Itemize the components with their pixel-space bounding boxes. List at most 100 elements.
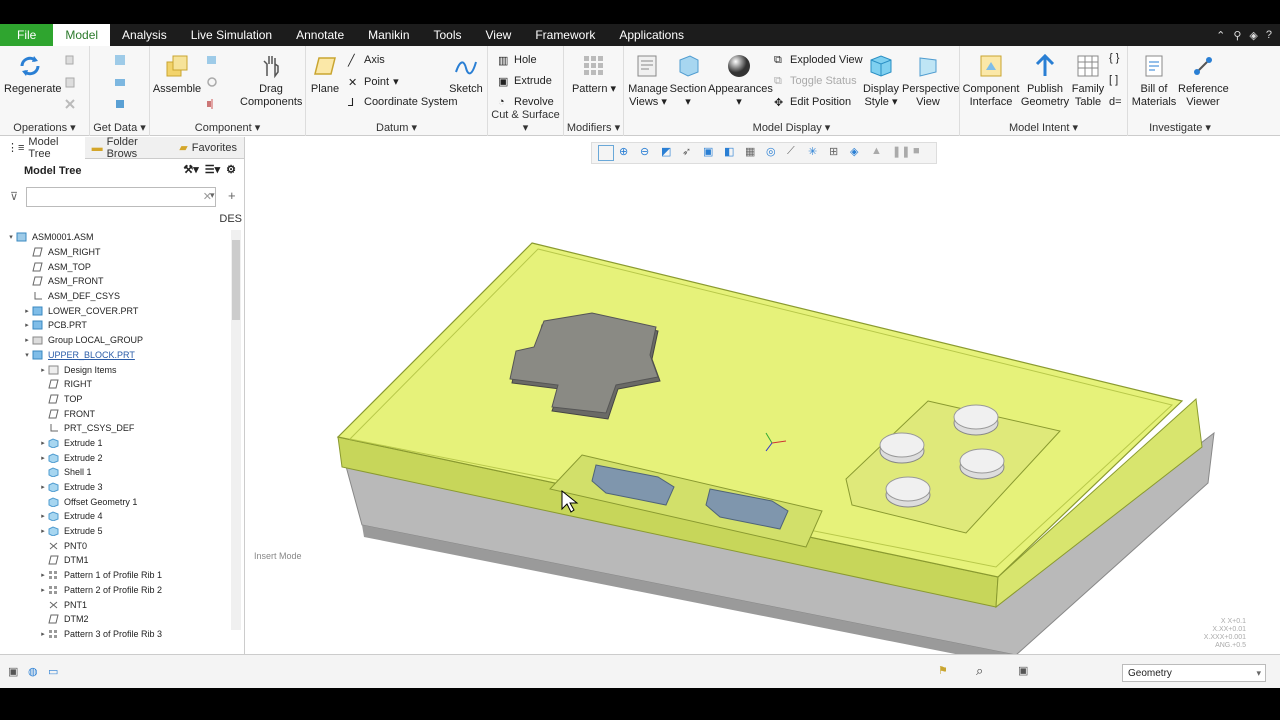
tab-framework[interactable]: Framework <box>523 24 607 46</box>
toggle-status-button[interactable]: ⧉ Toggle Status <box>774 75 857 87</box>
tree-item[interactable]: ASM_TOP <box>0 259 230 274</box>
point-button[interactable]: ✕ Point ▾ <box>348 75 399 89</box>
tree-item[interactable]: Offset Geometry 1 <box>0 494 230 509</box>
tree-search-input[interactable]: ✕ <box>26 187 216 207</box>
expand-toggle-icon[interactable]: ▸ <box>38 366 48 374</box>
tree-item[interactable]: ASM_DEF_CSYS <box>0 289 230 304</box>
copy-icon[interactable] <box>64 54 76 66</box>
tree-scroll-thumb[interactable] <box>232 240 240 320</box>
modifiers-group-label[interactable]: Modifiers ▾ <box>564 121 623 134</box>
bill-of-materials-button[interactable]: Bill of Materials <box>1130 52 1178 109</box>
tab-tools[interactable]: Tools <box>422 24 474 46</box>
tree-item[interactable]: ▸ Extrude 1 <box>0 436 230 451</box>
expand-toggle-icon[interactable]: ▸ <box>22 307 32 315</box>
model-viewport[interactable] <box>246 137 1280 654</box>
model-intent-group-label[interactable]: Model Intent ▾ <box>960 121 1127 134</box>
tab-live-simulation[interactable]: Live Simulation <box>179 24 284 46</box>
search-icon[interactable]: ⚲ <box>1233 29 1241 42</box>
collapse-ribbon-icon[interactable]: ⌃ <box>1216 29 1225 42</box>
switch-dimensions-icon[interactable]: d= <box>1109 96 1122 108</box>
tree-filters-icon[interactable]: ⚙ <box>226 163 236 176</box>
tree-item[interactable]: RIGHT <box>0 377 230 392</box>
tree-item[interactable]: PRT_CSYS_DEF <box>0 421 230 436</box>
assemble-button[interactable]: Assemble <box>152 52 202 96</box>
tree-item[interactable]: Shell 1 <box>0 465 230 480</box>
tab-view[interactable]: View <box>474 24 524 46</box>
expand-toggle-icon[interactable]: ▾ <box>22 351 32 359</box>
tree-item[interactable]: ▸ Pattern 2 of Profile Rib 2 <box>0 583 230 598</box>
paste-icon[interactable] <box>64 76 76 88</box>
expand-toggle-icon[interactable]: ▸ <box>22 336 32 344</box>
operations-group-label[interactable]: Operations ▾ <box>0 121 89 134</box>
tree-item[interactable]: ▸ Pattern 1 of Profile Rib 1 <box>0 568 230 583</box>
regenerate-button[interactable]: Regenerate <box>4 52 62 96</box>
tree-settings-icon[interactable]: ⚒▾ <box>183 163 198 176</box>
sketch-button[interactable]: Sketch <box>448 52 484 96</box>
delete-icon[interactable] <box>64 98 76 110</box>
mirror-component-icon[interactable] <box>206 98 218 110</box>
repeat-icon[interactable] <box>206 76 218 88</box>
tree-columns-icon[interactable]: ☰▾ <box>205 163 220 176</box>
plane-button[interactable]: Plane <box>308 52 342 96</box>
expand-toggle-icon[interactable]: ▸ <box>38 527 48 535</box>
tree-item[interactable]: FRONT <box>0 406 230 421</box>
publish-geometry-button[interactable]: Publish Geometry <box>1020 52 1070 109</box>
tab-manikin[interactable]: Manikin <box>356 24 421 46</box>
display-style-button[interactable]: Display Style ▾ <box>860 52 902 109</box>
expand-toggle-icon[interactable]: ▸ <box>22 321 32 329</box>
tab-model-tree[interactable]: ⋮≡ Model Tree <box>0 136 85 160</box>
layers-icon[interactable]: ◈ <box>1249 29 1257 42</box>
tab-applications[interactable]: Applications <box>607 24 696 46</box>
tab-model[interactable]: Model <box>53 24 111 46</box>
datum-group-label[interactable]: Datum ▾ <box>306 121 487 134</box>
coordinate-system-button[interactable]: ⅃ Coordinate System <box>348 96 458 109</box>
relations-icon[interactable]: { } <box>1109 52 1119 64</box>
appearances-button[interactable]: Appearances ▾ <box>708 52 773 109</box>
tree-item[interactable]: ▸ Extrude 5 <box>0 524 230 539</box>
tab-annotate[interactable]: Annotate <box>284 24 356 46</box>
search-options-icon[interactable]: ▾ <box>210 190 215 201</box>
revolve-button[interactable]: ◔ Revolve <box>498 96 554 108</box>
tree-item[interactable]: ▸ Pattern 3 of Profile Rib 3 <box>0 627 230 642</box>
tree-vertical-scrollbar[interactable] <box>231 230 241 630</box>
drag-components-button[interactable]: Drag Components <box>240 52 302 109</box>
user-defined-feature-icon[interactable] <box>114 54 126 66</box>
tab-favorites[interactable]: ▰ Favorites <box>172 137 244 159</box>
selection-filter-select[interactable]: Geometry ▾ <box>1122 664 1266 682</box>
tree-item[interactable]: DTM1 <box>0 553 230 568</box>
show-navigator-icon[interactable]: ▣ <box>8 665 18 678</box>
tree-item[interactable]: ▸ LOWER_COVER.PRT <box>0 303 230 318</box>
parameters-icon[interactable]: [ ] <box>1109 74 1118 86</box>
tree-item[interactable]: ▸ Extrude 2 <box>0 450 230 465</box>
perspective-view-button[interactable]: Perspective View <box>902 52 959 109</box>
expand-toggle-icon[interactable]: ▸ <box>38 630 48 638</box>
expand-toggle-icon[interactable]: ▸ <box>38 512 48 520</box>
tree-item[interactable]: ▸ PCB.PRT <box>0 318 230 333</box>
tree-item[interactable]: ▾ ASM0001.ASM <box>0 230 230 245</box>
tree-item[interactable]: PNT0 <box>0 538 230 553</box>
tree-item[interactable]: ▸ Extrude 3 <box>0 480 230 495</box>
tree-item[interactable]: ▾ UPPER_BLOCK.PRT <box>0 348 230 363</box>
full-screen-icon[interactable]: ▭ <box>48 665 58 678</box>
shrinkwrap-icon[interactable] <box>114 98 126 110</box>
expand-toggle-icon[interactable]: ▸ <box>38 454 48 462</box>
tree-item[interactable]: ASM_RIGHT <box>0 245 230 260</box>
component-interface-button[interactable]: Component Interface <box>962 52 1020 109</box>
cut-surface-group-label[interactable]: Cut & Surface ▾ <box>488 109 563 134</box>
extrude-button[interactable]: ▣ Extrude <box>498 75 552 88</box>
tree-item[interactable]: TOP <box>0 392 230 407</box>
hole-button[interactable]: ▥ Hole <box>498 54 537 67</box>
expand-toggle-icon[interactable]: ▸ <box>38 483 48 491</box>
family-table-button[interactable]: Family Table <box>1068 52 1108 109</box>
exploded-view-button[interactable]: ⧉ Exploded View <box>774 54 863 66</box>
create-component-icon[interactable] <box>206 54 218 66</box>
copy-geometry-icon[interactable] <box>114 76 126 88</box>
tab-file[interactable]: File <box>0 24 54 46</box>
show-browser-icon[interactable]: ◍ <box>28 665 38 678</box>
expand-toggle-icon[interactable]: ▸ <box>38 439 48 447</box>
tab-folder-browser[interactable]: ▬ Folder Brows <box>85 136 173 160</box>
expand-toggle-icon[interactable]: ▸ <box>38 586 48 594</box>
tree-item[interactable]: PNT1 <box>0 597 230 612</box>
section-button[interactable]: Section ▾ <box>668 52 708 109</box>
find-icon[interactable]: ⌕ <box>976 663 983 679</box>
